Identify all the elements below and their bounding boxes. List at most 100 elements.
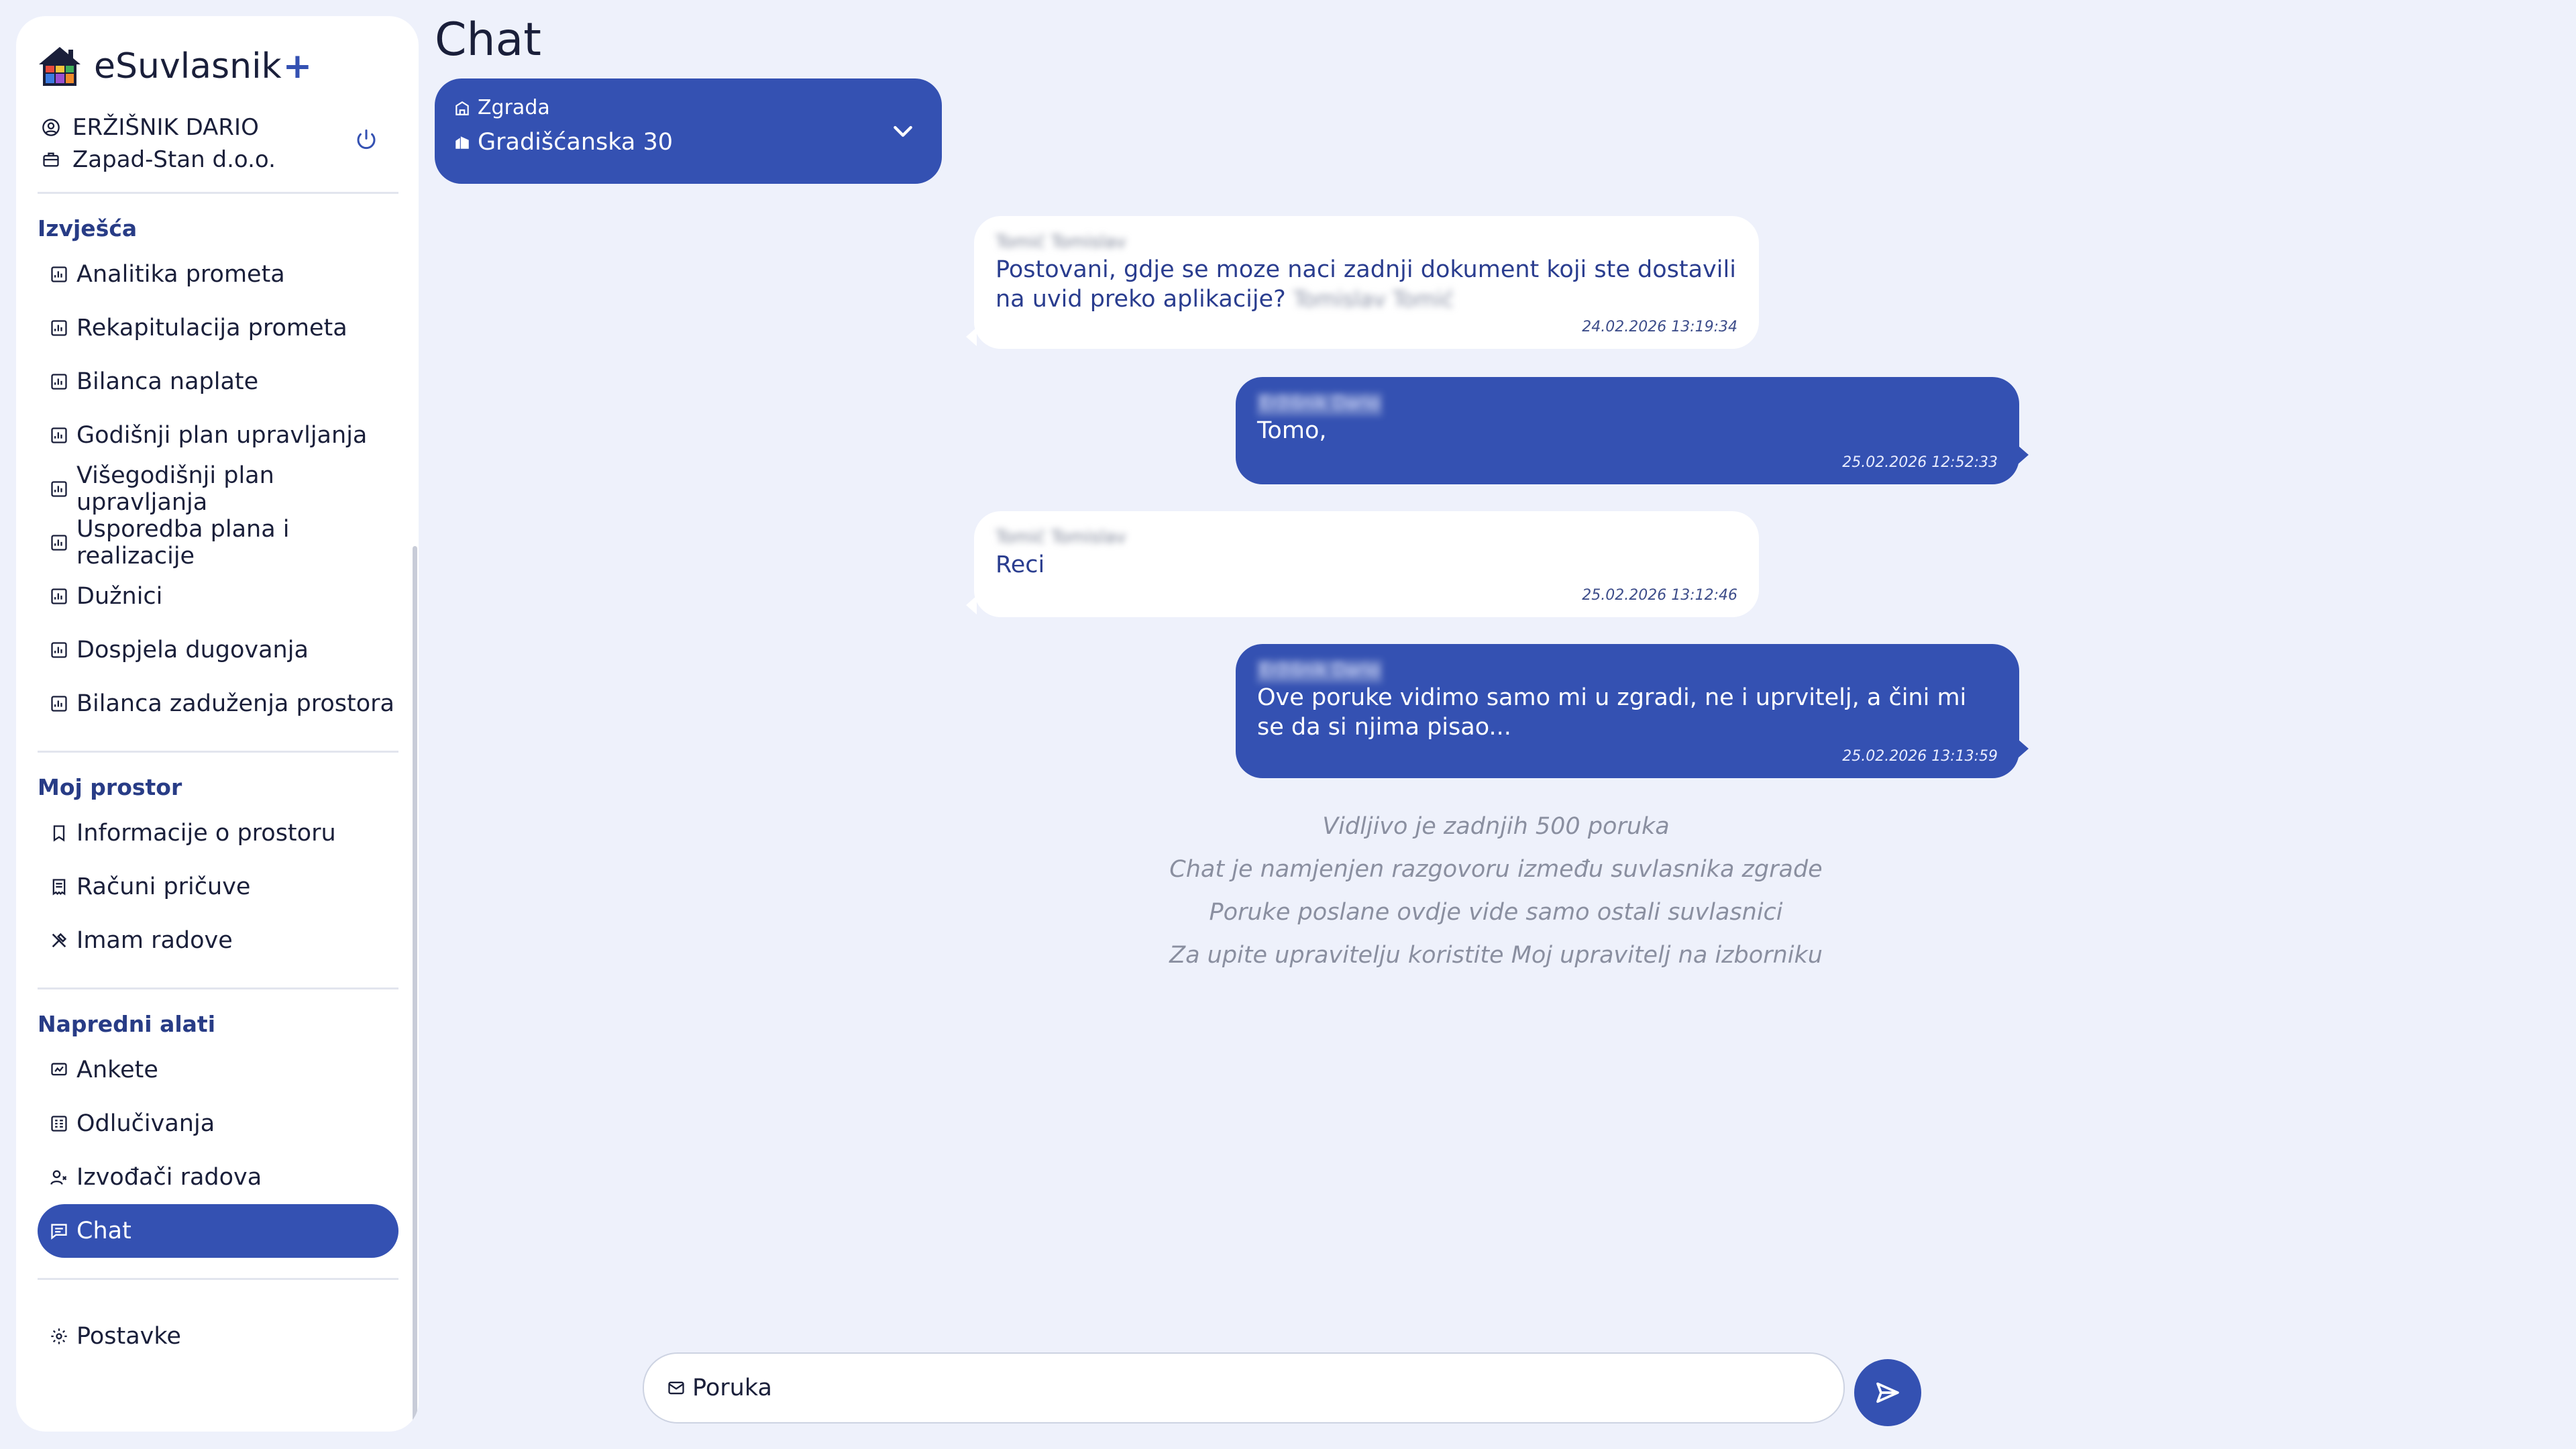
send-icon <box>1876 1382 1899 1403</box>
sidebar-item-usporedba-plana[interactable]: Usporedba plana i realizacije <box>38 516 398 570</box>
sidebar-item-racuni-pricuve[interactable]: Računi pričuve <box>38 860 398 914</box>
briefcase-icon <box>43 152 59 167</box>
chart-icon <box>51 266 67 282</box>
sidebar-item-ankete[interactable]: Ankete <box>38 1043 398 1097</box>
sidebar-item-rekapitulacija-prometa[interactable]: Rekapitulacija prometa <box>38 301 398 355</box>
sidebar-item-label: Bilanca naplate <box>76 368 259 395</box>
brand-name: eSuvlasnik <box>94 46 282 87</box>
chat-message-incoming: Tomić Tomislav Reci 25.02.2026 13:12:46 <box>966 511 1759 617</box>
brand[interactable]: eSuvlasnik + <box>38 36 398 97</box>
bookmark-icon <box>53 825 65 842</box>
sidebar-item-label: Godišnji plan upravljanja <box>76 422 368 449</box>
sidebar-item-label: Analitika prometa <box>76 261 285 288</box>
sidebar-item-label: Dospjela dugovanja <box>76 637 309 663</box>
receipt-icon <box>52 879 66 896</box>
section-title-moj-prostor: Moj prostor <box>38 774 182 800</box>
contractor-icon <box>50 1170 67 1185</box>
message-sender: Eržišnik Dario <box>1257 393 1383 416</box>
sidebar-item-label: Bilanca zaduženja prostora <box>76 690 394 717</box>
chat-icon <box>51 1224 67 1240</box>
sidebar-item-visegodisnji-plan[interactable]: Višegodišnji plan upravljanja <box>38 462 398 516</box>
sidebar-item-label: Informacije o prostoru <box>76 820 336 847</box>
info-line: Za upite upravitelju koristite Moj uprav… <box>1169 942 1823 969</box>
message-text: Reci <box>996 551 1045 578</box>
building-value: Gradišćanska 30 <box>478 129 674 156</box>
sidebar-item-analitika-prometa[interactable]: Analitika prometa <box>38 248 398 301</box>
message-sender: Tomić Tomislav <box>996 232 1126 252</box>
message-sender: Eržišnik Dario <box>1257 660 1383 683</box>
user-circle-icon <box>42 119 60 136</box>
sidebar-item-postavke[interactable]: Postavke <box>38 1309 398 1363</box>
chat-message-incoming: Tomić Tomislav Postovani, gdje se moze n… <box>966 216 1759 349</box>
info-line: Vidljivo je zadnjih 500 poruka <box>1322 813 1670 840</box>
page-title: Chat <box>435 13 541 66</box>
message-timestamp: 25.02.2026 13:12:46 <box>1582 587 1737 604</box>
chart-icon <box>51 588 67 604</box>
sidebar-item-label: Postavke <box>76 1323 181 1350</box>
brand-plus: + <box>282 46 313 87</box>
building-label: Zgrada <box>478 96 550 119</box>
sidebar-item-imam-radove[interactable]: Imam radove <box>38 914 398 967</box>
sidebar-item-godisnji-plan[interactable]: Godišnji plan upravljanja <box>38 409 398 462</box>
section-title-napredni-alati: Napredni alati <box>38 1011 216 1037</box>
ballot-icon <box>51 1116 67 1132</box>
sidebar-item-label: Ankete <box>76 1057 158 1083</box>
chart-icon <box>51 535 67 551</box>
info-line: Poruke poslane ovdje vide samo ostali su… <box>1209 899 1783 926</box>
sidebar-item-chat[interactable]: Chat <box>38 1204 398 1258</box>
building-icon <box>455 101 469 115</box>
sidebar-item-bilanca-zaduzenja[interactable]: Bilanca zaduženja prostora <box>38 677 398 731</box>
message-timestamp: 24.02.2026 13:19:34 <box>1582 319 1737 335</box>
sidebar-item-label: Imam radove <box>76 927 233 954</box>
poll-icon <box>51 1063 67 1076</box>
chart-icon <box>51 642 67 658</box>
sidebar-item-dospjela-dugovanja[interactable]: Dospjela dugovanja <box>38 623 398 677</box>
message-text: Postovani, gdje se moze naci zadnji doku… <box>996 256 1736 313</box>
message-signature: Tomislav Tomić <box>1293 286 1454 312</box>
chart-icon <box>51 427 67 443</box>
chart-icon <box>51 374 67 390</box>
sidebar-item-label: Chat <box>76 1218 131 1244</box>
user-name-row: ERŽIŠNIK DARIO <box>38 111 398 144</box>
chat-message-outgoing: Eržišnik Dario Ove poruke vidimo samo mi… <box>1236 644 2029 778</box>
gear-icon <box>51 1328 67 1344</box>
message-composer[interactable] <box>643 1352 1845 1424</box>
sidebar: eSuvlasnik + ERŽIŠNIK DARIO Zapad-Stan d… <box>16 16 419 1432</box>
sidebar-item-label: Računi pričuve <box>76 873 251 900</box>
sidebar-scrollbar[interactable] <box>413 546 417 1432</box>
building-label-row: Zgrada <box>453 96 550 119</box>
send-button[interactable] <box>1854 1359 1921 1426</box>
message-timestamp: 25.02.2026 12:52:33 <box>1842 454 1998 471</box>
sidebar-item-label: Dužnici <box>76 583 163 610</box>
company-name: Zapad-Stan d.o.o. <box>72 146 276 173</box>
chevron-down-icon[interactable] <box>890 117 916 144</box>
info-line: Chat je namjenjen razgovoru između suvla… <box>1169 856 1823 883</box>
sidebar-item-bilanca-naplate[interactable]: Bilanca naplate <box>38 355 398 409</box>
chart-icon <box>51 481 67 497</box>
message-input[interactable] <box>692 1375 1766 1401</box>
sidebar-item-label: Odlučivanja <box>76 1110 215 1137</box>
section-title-izvjesca: Izvješća <box>38 215 138 241</box>
message-text: Ove poruke vidimo samo mi u zgradi, ne i… <box>1257 684 1967 741</box>
building-selector[interactable]: Zgrada Gradišćanska 30 <box>435 78 942 184</box>
sidebar-item-informacije-o-prostoru[interactable]: Informacije o prostoru <box>38 806 398 860</box>
user-name: ERŽIŠNIK DARIO <box>72 114 259 141</box>
message-text: Tomo, <box>1257 417 1327 444</box>
power-logout-icon[interactable] <box>354 127 378 152</box>
chart-icon <box>51 696 67 712</box>
chat-info: Vidljivo je zadnjih 500 poruka Chat je n… <box>1006 805 1986 977</box>
company-row: Zapad-Stan d.o.o. <box>38 144 398 176</box>
sidebar-item-label: Usporedba plana i realizacije <box>76 516 290 570</box>
sidebar-item-izvodaci-radova[interactable]: Izvođači radova <box>38 1150 398 1204</box>
sidebar-item-label: Višegodišnji plan upravljanja <box>76 462 274 516</box>
envelope-icon <box>668 1381 684 1395</box>
tools-icon <box>52 932 67 948</box>
message-sender: Tomić Tomislav <box>996 527 1126 547</box>
sidebar-item-odlucivanja[interactable]: Odlučivanja <box>38 1097 398 1150</box>
building-icon <box>455 136 469 149</box>
sidebar-item-duznici[interactable]: Dužnici <box>38 570 398 623</box>
sidebar-item-label: Rekapitulacija prometa <box>76 315 347 341</box>
message-timestamp: 25.02.2026 13:13:59 <box>1842 748 1998 765</box>
house-logo-icon <box>39 47 80 86</box>
building-value-row: Gradišćanska 30 <box>453 129 673 156</box>
